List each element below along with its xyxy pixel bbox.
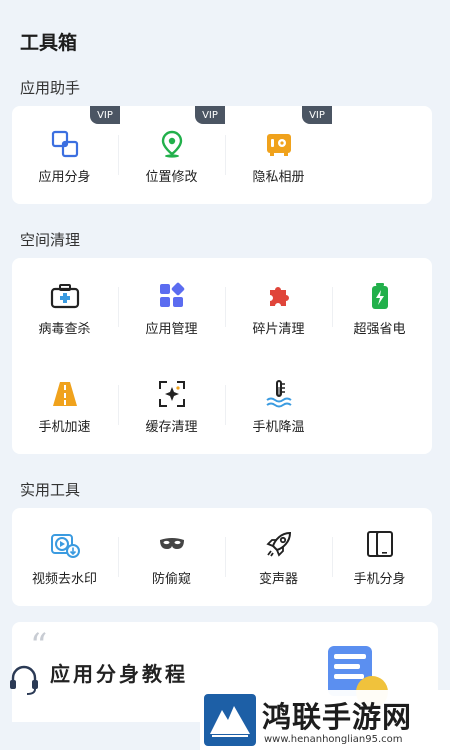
assistant-card: VIP 应用分身 VIP 位置修改 VIP 隐私相册: [12, 106, 432, 204]
tool-power-saver[interactable]: 超强省电: [327, 258, 432, 354]
tool-voice-changer[interactable]: 变声器: [226, 508, 331, 604]
tool-label: 手机降温: [252, 420, 305, 435]
location-pin-icon: [156, 128, 188, 160]
tool-app-manage[interactable]: 应用管理: [119, 258, 224, 354]
tool-label: 超强省电: [353, 322, 406, 337]
clone-icon: [49, 128, 81, 160]
tool-label: 变声器: [258, 572, 298, 587]
section-title-utilities: 实用工具: [20, 481, 81, 499]
tool-label: 隐私相册: [252, 170, 305, 185]
tool-label: 位置修改: [145, 170, 198, 185]
tool-video-watermark[interactable]: 视频去水印: [12, 508, 117, 604]
first-aid-kit-icon: [49, 280, 81, 312]
dual-phone-icon: [364, 528, 396, 560]
section-title-assistant: 应用助手: [20, 79, 81, 97]
tool-location-edit[interactable]: VIP 位置修改: [119, 106, 225, 202]
tool-label: 碎片清理: [252, 322, 305, 337]
customer-service-icon[interactable]: [6, 662, 42, 698]
site-title: 鸿联手游网: [262, 700, 413, 734]
tool-phone-cooling[interactable]: 手机降温: [226, 356, 331, 452]
section-title-cleanup: 空间清理: [20, 231, 81, 249]
rocket-icon: [263, 528, 295, 560]
site-url: www.henanhonglian95.com: [264, 734, 403, 745]
tool-fragment-clean[interactable]: 碎片清理: [226, 258, 331, 354]
page-title: 工具箱: [20, 32, 78, 54]
vip-badge: VIP: [90, 106, 120, 124]
thermometer-icon: [263, 378, 295, 410]
tool-virus-scan[interactable]: 病毒查杀: [12, 258, 117, 354]
tool-label: 病毒查杀: [38, 322, 91, 337]
battery-icon: [364, 280, 396, 312]
tool-anti-peep[interactable]: 防偷窥: [119, 508, 224, 604]
tool-label: 应用分身: [38, 170, 91, 185]
vip-badge: VIP: [302, 106, 332, 124]
tool-label: 应用管理: [145, 322, 198, 337]
safe-icon: [263, 128, 295, 160]
utilities-card: 视频去水印 防偷窥 变声器 手机分身: [12, 508, 432, 606]
app-grid-icon: [156, 280, 188, 312]
mask-icon: [156, 528, 188, 560]
tool-cache-clean[interactable]: 缓存清理: [119, 356, 224, 452]
vip-badge: VIP: [195, 106, 225, 124]
tool-private-album[interactable]: VIP 隐私相册: [226, 106, 332, 202]
tool-label: 手机分身: [353, 572, 406, 587]
quote-mark: “: [30, 626, 48, 666]
video-download-icon: [49, 528, 81, 560]
site-logo: [204, 694, 256, 746]
sparkle-icon: [156, 378, 188, 410]
site-watermark: 鸿联手游网 www.henanhonglian95.com: [200, 690, 450, 750]
tool-label: 缓存清理: [145, 420, 198, 435]
puzzle-icon: [263, 280, 295, 312]
tool-phone-clone[interactable]: 手机分身: [327, 508, 432, 604]
banner-title: 应用分身教程: [50, 662, 188, 686]
road-icon: [49, 378, 81, 410]
tool-label: 防偷窥: [151, 572, 191, 587]
cleanup-card: 病毒查杀 应用管理 碎片清理 超强省电 手机加速 缓存清理 手机降温: [12, 258, 432, 454]
tool-label: 手机加速: [38, 420, 91, 435]
tool-app-clone[interactable]: VIP 应用分身: [12, 106, 120, 202]
tool-phone-boost[interactable]: 手机加速: [12, 356, 117, 452]
tool-label: 视频去水印: [31, 572, 97, 587]
